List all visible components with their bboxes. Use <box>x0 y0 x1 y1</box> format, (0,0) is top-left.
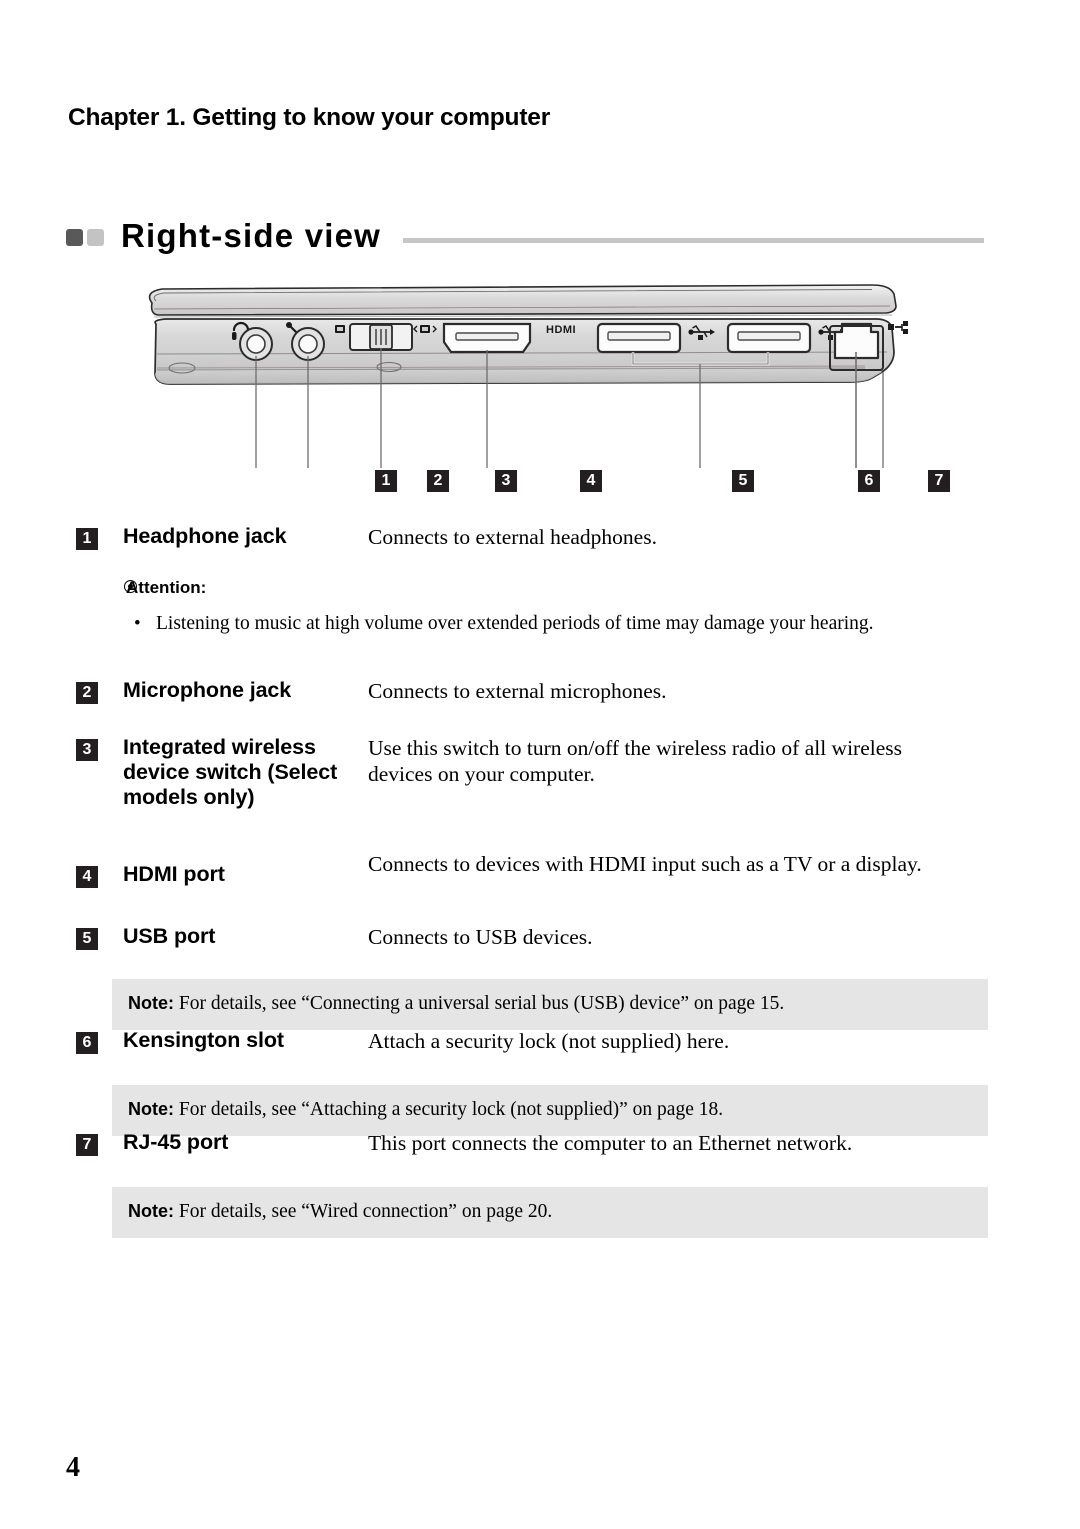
callout-chip-7: 7 <box>928 470 950 492</box>
entry-term-7: RJ-45 port <box>123 1130 229 1154</box>
entry-description-4: Connects to devices with HDMI input such… <box>368 852 922 876</box>
entry-number-7: 7 <box>76 1134 98 1156</box>
heading-square-light-icon <box>87 228 104 246</box>
note-text-3: For details, see “Wired connection” on p… <box>174 1201 553 1222</box>
entry-term-6: Kensington slot <box>123 1028 284 1052</box>
callout-chip-1: 1 <box>375 470 397 492</box>
callout-leader-lines <box>255 348 884 468</box>
laptop-right-side-illustration: HDMI 1 2 3 4 5 6 7 <box>130 280 950 510</box>
note-label-3: Note: <box>128 1201 174 1221</box>
chapter-header: Chapter 1. Getting to know your computer <box>68 104 551 131</box>
entry-number-5: 5 <box>76 928 98 950</box>
note-kensington: Note: For details, see “Attaching a secu… <box>112 1085 988 1136</box>
attention-block: Attention: • Listening to music at high … <box>68 578 988 636</box>
note-wired-connection: Note: For details, see “Wired connection… <box>112 1187 988 1238</box>
note-text-1: For details, see “Connecting a universal… <box>174 993 785 1014</box>
note-usb: Note: For details, see “Connecting a uni… <box>112 979 988 1030</box>
entry-term-3: Integrated wireless device switch (Selec… <box>123 735 338 809</box>
note-label-2: Note: <box>128 1099 174 1119</box>
section-heading: Right-side view <box>66 219 984 255</box>
document-page: Chapter 1. Getting to know your computer… <box>0 0 1080 1529</box>
entry-description-3: Use this switch to turn on/off the wirel… <box>368 736 903 786</box>
page-title: Right-side view <box>121 217 382 254</box>
callout-chip-2: 2 <box>427 470 449 492</box>
entry-description-7: This port connects the computer to an Et… <box>368 1131 853 1155</box>
attention-heading-label: Attention: <box>126 578 207 597</box>
entry-description-5: Connects to USB devices. <box>368 925 593 949</box>
note-text-2: For details, see “Attaching a security l… <box>174 1099 724 1120</box>
entry-number-2: 2 <box>76 682 98 704</box>
heading-rule <box>403 237 984 243</box>
attention-item-text: Listening to music at high volume over e… <box>156 613 874 634</box>
heading-square-dark-icon <box>66 228 83 246</box>
entry-term-2: Microphone jack <box>123 678 292 702</box>
entry-description-1: Connects to external headphones. <box>368 525 657 549</box>
attention-heading: Attention: <box>68 578 988 598</box>
callout-chip-5: 5 <box>732 470 754 492</box>
callout-chip-6: 6 <box>858 470 880 492</box>
bullet-icon: • <box>134 613 141 634</box>
entry-description-6: Attach a security lock (not supplied) he… <box>368 1029 730 1053</box>
page-number: 4 <box>66 1452 80 1483</box>
entry-number-1: 1 <box>76 528 98 550</box>
callout-chip-4: 4 <box>580 470 602 492</box>
note-label-1: Note: <box>128 993 174 1013</box>
attention-icon <box>124 580 137 593</box>
entry-number-6: 6 <box>76 1032 98 1054</box>
callout-chip-3: 3 <box>495 470 517 492</box>
entry-number-4: 4 <box>76 866 98 888</box>
entry-term-4: HDMI port <box>123 862 225 886</box>
attention-list-item: • Listening to music at high volume over… <box>134 611 956 636</box>
entry-term-5: USB port <box>123 924 216 948</box>
entry-description-2: Connects to external microphones. <box>368 679 667 703</box>
entry-term-1: Headphone jack <box>123 524 287 548</box>
entry-number-3: 3 <box>76 739 98 761</box>
